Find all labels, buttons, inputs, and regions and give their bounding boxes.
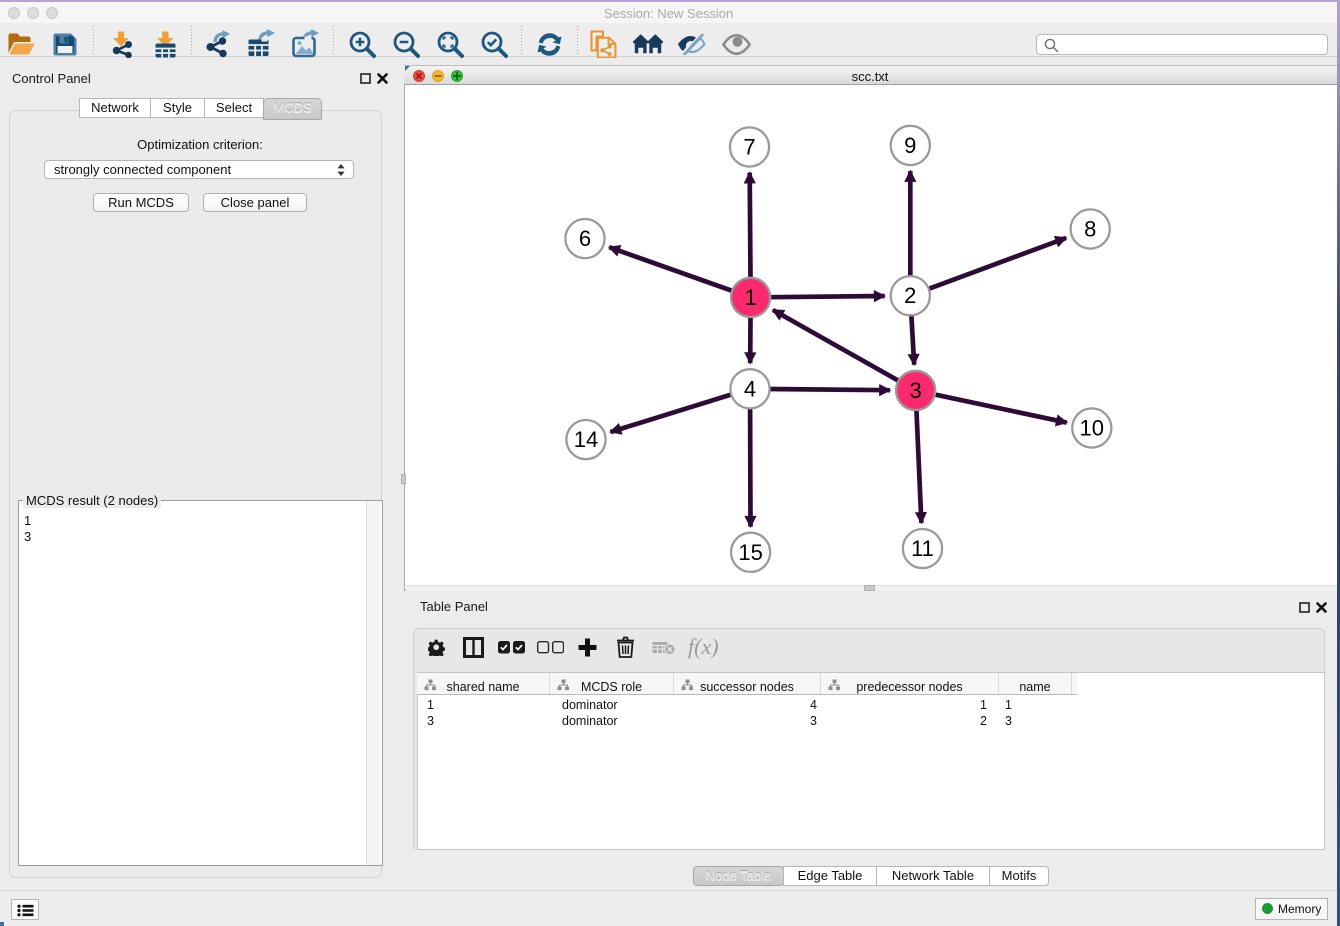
svg-text:8: 8: [1084, 217, 1096, 242]
svg-text:4: 4: [744, 376, 756, 401]
svg-text:9: 9: [904, 133, 916, 158]
svg-text:2: 2: [904, 283, 916, 308]
svg-text:11: 11: [911, 536, 934, 561]
svg-text:6: 6: [579, 226, 591, 251]
svg-text:10: 10: [1080, 416, 1104, 441]
svg-text:1: 1: [744, 285, 756, 310]
svg-text:15: 15: [738, 540, 762, 565]
svg-text:7: 7: [743, 135, 755, 160]
svg-text:3: 3: [909, 378, 921, 403]
svg-text:14: 14: [574, 427, 598, 452]
